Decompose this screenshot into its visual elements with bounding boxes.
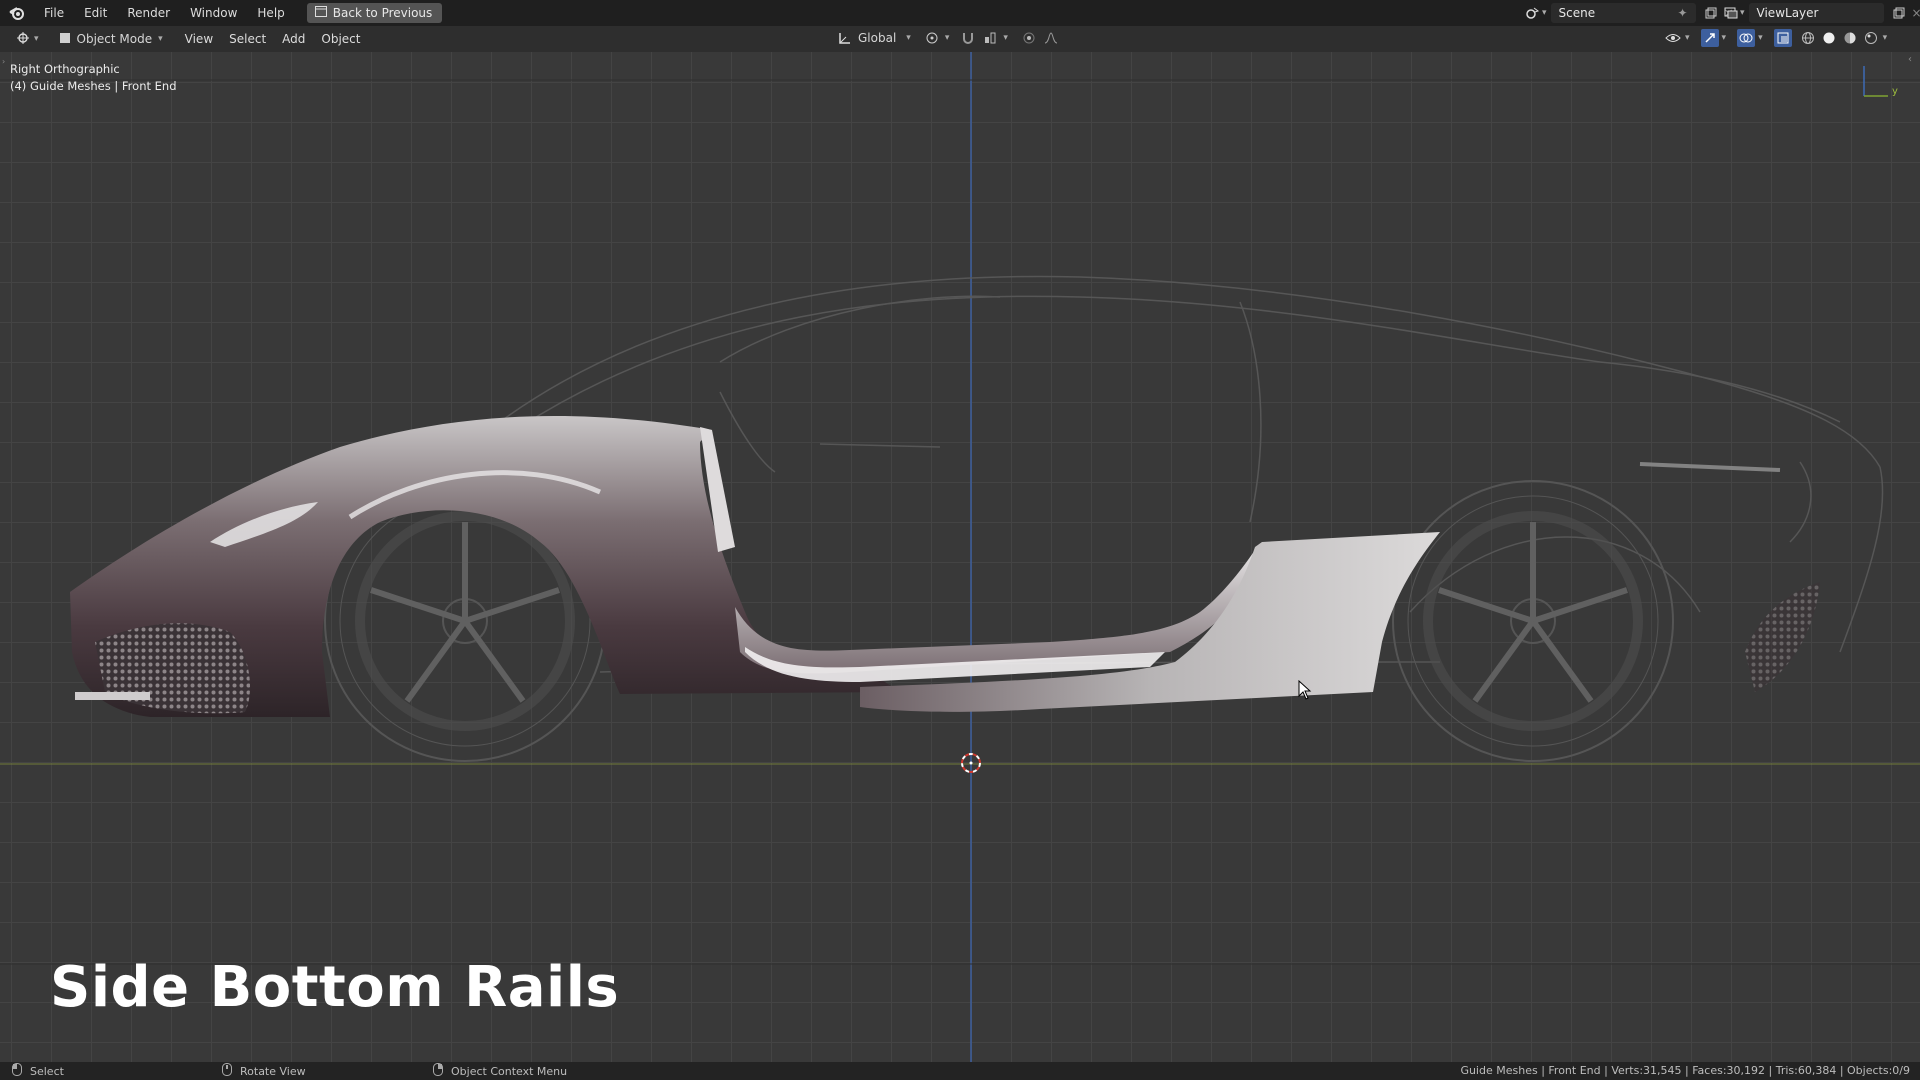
- axis-gizmo[interactable]: y: [1860, 60, 1900, 100]
- chevron-down-icon: ▾: [158, 34, 163, 44]
- visibility-eye-icon[interactable]: [1664, 29, 1682, 47]
- pin-icon[interactable]: ✦: [1677, 6, 1687, 20]
- caption-title: Side Bottom Rails: [50, 955, 620, 1020]
- object-mode-label: Object Mode: [76, 32, 153, 46]
- view-layer-field[interactable]: ViewLayer: [1748, 3, 1884, 23]
- mouse-middle-icon: [222, 1063, 232, 1079]
- scene-canvas: [0, 52, 1920, 1062]
- editor-type-button[interactable]: ▾: [10, 29, 45, 49]
- editor-type-icon: [16, 31, 32, 48]
- menu-render[interactable]: Render: [117, 0, 180, 26]
- status-rotate-label: Rotate View: [240, 1064, 306, 1078]
- falloff-curve-icon[interactable]: [1042, 29, 1060, 47]
- new-scene-icon[interactable]: [1702, 4, 1720, 22]
- status-context-menu-label: Object Context Menu: [451, 1064, 568, 1078]
- 3d-cursor-icon[interactable]: [960, 752, 982, 774]
- mouse-pointer-icon: [1298, 679, 1312, 703]
- chevron-down-icon: ▾: [906, 33, 911, 43]
- close-view-layer-icon[interactable]: ×: [1908, 4, 1920, 22]
- scene-icon: [1524, 4, 1542, 22]
- orientation-dropdown[interactable]: Global: [858, 31, 896, 45]
- viewport-header: ▾ Object Mode ▾ View Select Add Object G…: [0, 26, 1920, 52]
- chevron-down-icon: ▾: [944, 33, 950, 43]
- mouse-left-icon: [12, 1063, 22, 1079]
- collection-info-label: (4) Guide Meshes | Front End: [10, 79, 177, 93]
- solid-shading-icon[interactable]: [1820, 29, 1838, 47]
- object-mode-dropdown[interactable]: Object Mode ▾: [50, 29, 171, 49]
- status-select-label: Select: [30, 1064, 64, 1078]
- menu-file[interactable]: File: [34, 0, 74, 26]
- status-rotate: Rotate View: [222, 1063, 306, 1079]
- view-layer-selector[interactable]: ▾ ViewLayer ×: [1722, 3, 1920, 23]
- gizmo-toggle-icon[interactable]: [1700, 29, 1719, 47]
- menu-view[interactable]: View: [179, 29, 219, 49]
- menu-window[interactable]: Window: [180, 0, 247, 26]
- back-to-previous-button[interactable]: Back to Previous: [306, 3, 443, 23]
- status-context-menu: Object Context Menu: [433, 1063, 567, 1079]
- pivot-point-icon[interactable]: [923, 29, 941, 47]
- scene-statistics: Guide Meshes | Front End | Verts:31,545 …: [1460, 1064, 1910, 1077]
- wireframe-shading-icon[interactable]: [1799, 29, 1817, 47]
- menu-edit[interactable]: Edit: [74, 0, 117, 26]
- snap-target-icon[interactable]: [981, 29, 999, 47]
- chevron-down-icon: ▾: [34, 34, 39, 44]
- back-to-previous-label: Back to Previous: [332, 6, 433, 20]
- top-menu-bar: File Edit Render Window Help Back to Pre…: [0, 0, 1920, 26]
- status-select: Select: [12, 1063, 64, 1079]
- transform-tools-group: Global ▾ ▾ ▾: [836, 29, 1060, 47]
- front-splitter: [75, 692, 150, 700]
- material-preview-icon[interactable]: [1841, 29, 1859, 47]
- view-name-label: Right Orthographic: [10, 62, 120, 76]
- scene-name-field[interactable]: Scene ✦: [1550, 3, 1696, 23]
- menu-object[interactable]: Object: [315, 29, 366, 49]
- rear-grille: [1745, 582, 1820, 692]
- screen-icon: [314, 6, 327, 20]
- chevron-down-icon: ▾: [1758, 33, 1763, 43]
- orientation-icon: [836, 29, 854, 47]
- xray-toggle-icon[interactable]: [1773, 29, 1792, 47]
- chevron-down-icon: ▾: [1740, 8, 1745, 18]
- menu-help[interactable]: Help: [247, 0, 294, 26]
- viewport-display-group: ▾ ▾ ▾ ▾: [1664, 29, 1887, 47]
- proportional-editing-icon[interactable]: [1020, 29, 1038, 47]
- chevron-down-icon: ▾: [1685, 33, 1690, 43]
- menu-add[interactable]: Add: [276, 29, 311, 49]
- chevron-down-icon: ▾: [1542, 8, 1547, 18]
- rear-body-mesh: [860, 532, 1440, 712]
- view-layer-name: ViewLayer: [1756, 6, 1819, 20]
- scene-name: Scene: [1558, 6, 1596, 20]
- snap-magnet-icon[interactable]: [959, 29, 977, 47]
- mouse-right-icon: [433, 1063, 443, 1079]
- chevron-down-icon: ▾: [1721, 33, 1727, 43]
- toolbar-toggle-icon[interactable]: ›: [2, 57, 5, 66]
- chevron-down-icon: ▾: [1882, 33, 1888, 43]
- rendered-shading-icon[interactable]: [1862, 29, 1880, 47]
- chevron-down-icon: ▾: [1003, 33, 1008, 43]
- rear-wheel: [1392, 480, 1674, 762]
- blender-logo-icon[interactable]: [0, 5, 34, 21]
- sidebar-toggle-icon[interactable]: ‹: [1908, 54, 1912, 65]
- status-bar: Select Rotate View Object Context Menu G…: [0, 1062, 1920, 1080]
- view-layer-icon: [1722, 4, 1740, 22]
- y-axis-label: y: [1892, 86, 1898, 97]
- new-view-layer-icon[interactable]: [1890, 4, 1908, 22]
- scene-selector[interactable]: ▾ Scene ✦ ×: [1524, 3, 1738, 23]
- menu-select[interactable]: Select: [223, 29, 272, 49]
- overlays-toggle-icon[interactable]: [1737, 29, 1756, 47]
- 3d-viewport[interactable]: Right Orthographic (4) Guide Meshes | Fr…: [0, 52, 1920, 1062]
- object-mode-icon: [59, 32, 71, 47]
